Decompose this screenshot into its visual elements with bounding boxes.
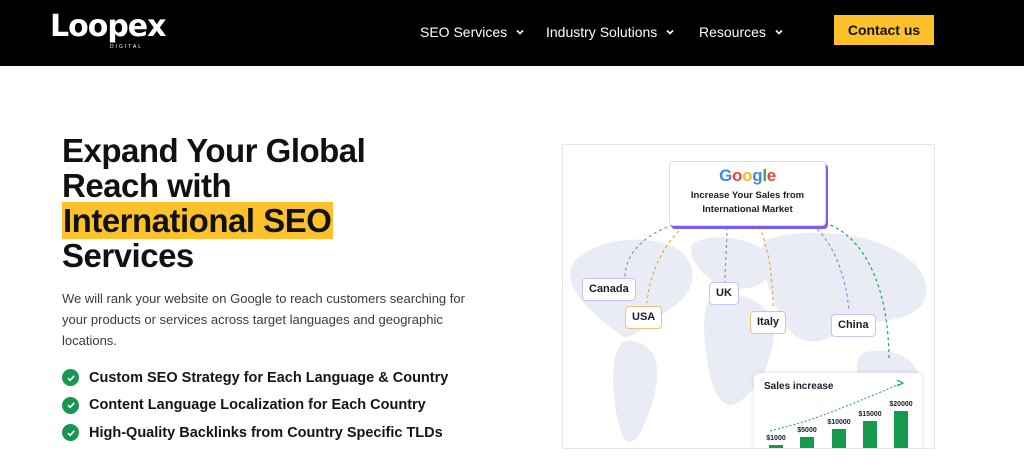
hero-description: We will rank your website on Google to r… (62, 291, 465, 348)
nav-item-industry-solutions[interactable]: Industry Solutions (546, 22, 675, 42)
google-logo: Google (719, 166, 776, 185)
headline-highlight: International SEO (62, 202, 334, 239)
feature-text: Custom SEO Strategy for Each Language & … (89, 369, 449, 386)
feature-item: High-Quality Backlinks from Country Spec… (62, 419, 482, 447)
logo-subtext: DIGITAL (110, 44, 144, 50)
feature-item: Content Language Localization for Each C… (62, 392, 482, 420)
nav-item-label: Resources (699, 24, 766, 40)
international-seo-illustration: Google Increase Your Sales from Internat… (562, 144, 935, 449)
sales-label: $15000 (858, 411, 881, 418)
check-circle-icon (62, 424, 79, 442)
chevron-down-icon (775, 29, 783, 35)
country-tag-uk: UK (709, 282, 739, 305)
check-circle-icon (62, 369, 79, 387)
chevron-down-icon (666, 29, 674, 35)
google-card-caption: Increase Your Sales from International M… (690, 190, 805, 215)
sales-label: $1000 (766, 435, 786, 442)
contact-us-button[interactable]: Contact us (834, 15, 934, 45)
google-search-card: Google Increase Your Sales from Internat… (669, 161, 826, 226)
check-circle-icon (62, 396, 79, 414)
sales-increase-card: Sales increase $1000 $5000 $10000 $15000… (754, 373, 922, 448)
nav-item-seo-services[interactable]: SEO Services (420, 22, 525, 42)
sales-label: $10000 (827, 419, 850, 426)
nav-item-label: SEO Services (420, 24, 508, 40)
feature-text: Content Language Localization for Each C… (89, 397, 426, 414)
sales-label: $5000 (797, 427, 817, 434)
chevron-down-icon (516, 29, 524, 35)
country-tag-china: China (831, 314, 876, 337)
nav-item-label: Industry Solutions (546, 24, 658, 40)
hero-headline: Expand Your Global Reach with Internatio… (62, 133, 482, 273)
country-tag-canada: Canada (582, 278, 636, 301)
feature-list: Custom SEO Strategy for Each Language & … (62, 364, 482, 447)
loopex-logo[interactable]: Loopex DIGITAL (50, 11, 167, 51)
feature-item: Custom SEO Strategy for Each Language & … (62, 364, 482, 392)
sales-label: $20000 (889, 401, 912, 408)
sales-bars-graphic: $1000 $5000 $10000 $15000 $20000 (766, 379, 913, 448)
nav-item-resources[interactable]: Resources (699, 22, 784, 42)
headline-line: Services (62, 237, 194, 274)
headline-line: Reach with (62, 167, 232, 204)
feature-text: High-Quality Backlinks from Country Spec… (89, 424, 443, 441)
logo-wordmark: Loopex (50, 9, 167, 44)
country-tag-italy: Italy (750, 311, 787, 334)
top-navbar: Loopex DIGITAL SEO Services Industry Sol… (0, 0, 1024, 66)
headline-line: Expand Your Global (62, 132, 366, 169)
country-tag-usa: USA (625, 306, 663, 329)
